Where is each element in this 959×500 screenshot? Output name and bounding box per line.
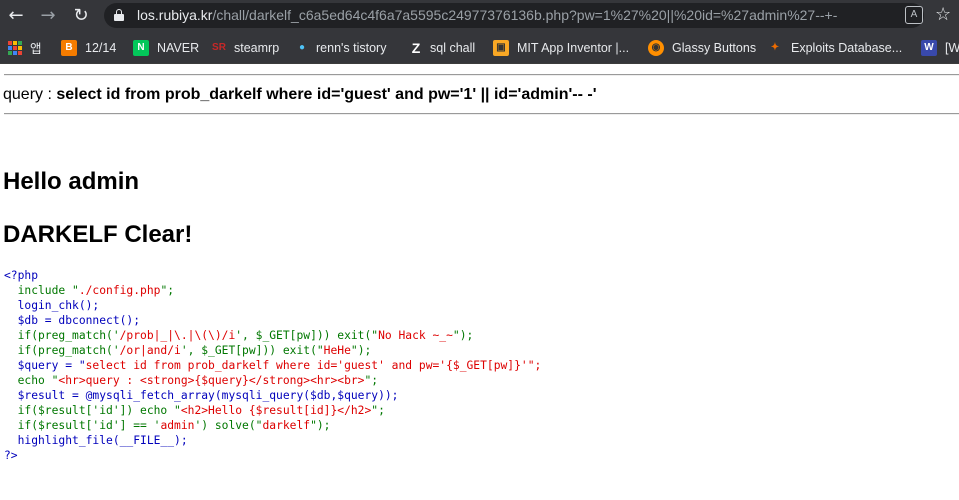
bookmark-label: Glassy Buttons [672,40,757,55]
url-text[interactable]: los.rubiya.kr/chall/darkelf_c6a5ed64c4f6… [137,3,837,28]
code-token: "); [452,329,474,342]
tistory-icon: ● [298,41,306,53]
code-string: admin [160,419,195,432]
code-line: <?php [4,269,39,282]
bookmark-glassy-buttons[interactable]: ◉ Glassy Buttons [648,31,756,64]
lock-icon[interactable] [114,9,124,21]
translate-icon[interactable]: A [905,6,923,24]
url-path: /chall/darkelf_c6a5ed64c4f6a7a5595c24977… [212,7,838,23]
url-host: los.rubiya.kr [137,7,213,23]
code-string: /prob|_|\.|\(\)/i [119,329,236,342]
code-token: if($result['id']) echo " [4,404,181,417]
bookmark-12-14[interactable]: B 12/14 [61,31,116,64]
z-icon: Z [411,39,421,56]
query-line: query : select id from prob_darkelf wher… [3,86,597,104]
code-string: No Hack ~_~ [378,329,453,342]
naver-icon: N [133,39,149,56]
bookmark-label: 12/14 [85,40,117,55]
blogger-icon: B [61,39,77,56]
code-token: if(preg_match(' [4,344,120,357]
bookmark-label: steamrp [234,40,280,55]
bookmarks-bar: 앱 B 12/14 N NAVER SR steamrp ● renn's ti… [0,31,959,64]
bookmark-label: 앱 [30,42,42,56]
exploit-db-icon: ✦ [770,41,780,53]
code-token: if($result['id'] == ' [4,419,161,432]
code-token: ', $_GET[pw])) exit(" [235,329,379,342]
code-token: "); [350,344,372,357]
bookmark-renns-tistory[interactable]: ● renn's tistory [296,31,387,64]
reload-icon[interactable]: ↻ [69,4,93,28]
code-token: "; [160,284,175,297]
bookmark-steamrp[interactable]: SR steamrp [212,31,279,64]
bookmark-apps[interactable]: 앱 [8,31,42,64]
bookmark-naver[interactable]: N NAVER [133,31,199,64]
code-line: $db = dbconnect(); [4,314,141,327]
bookmark-label: Exploits Database... [791,40,903,55]
bookmark-label: MIT App Inventor |... [517,40,630,55]
bookmark-label: renn's tistory [316,40,387,55]
bottom-divider [4,113,959,115]
code-token: if(preg_match(' [4,329,120,342]
code-string: <hr>query : <strong>{$query}</strong><hr… [58,374,365,387]
clear-heading: DARKELF Clear! [3,221,193,248]
code-token: echo " [4,374,59,387]
hello-heading: Hello admin [3,168,140,195]
query-sql: select id from prob_darkelf where id='gu… [56,86,597,103]
browser-toolbar: ← → ↻ los.rubiya.kr/chall/darkelf_c6a5ed… [0,0,959,31]
mit-app-inventor-icon: ▣ [493,39,509,56]
code-token: ') solve(" [194,419,263,432]
bookmark-label: [W [945,40,959,55]
bookmark-exploits-database[interactable]: ✦ Exploits Database... [767,31,902,64]
top-divider [4,74,959,76]
bookmark-label: sql chall [430,40,476,55]
bookmark-mit-app-inventor[interactable]: ▣ MIT App Inventor |... [493,31,629,64]
code-string: <h2>Hello {$result[id]}</h2> [180,404,372,417]
bookmark-sql-chall[interactable]: Z sql chall [410,31,475,64]
code-token: "); [310,419,331,432]
back-arrow-icon[interactable]: ← [4,4,28,28]
code-line: highlight_file(__FILE__); [4,434,188,447]
code-token: ', $_GET[pw])) exit(" [180,344,324,357]
code-token: include " [4,284,79,297]
code-token: "; [364,374,379,387]
code-line: $result = @mysqli_fetch_array(mysqli_que… [4,389,399,402]
address-bar[interactable]: los.rubiya.kr/chall/darkelf_c6a5ed64c4f6… [104,3,924,28]
code-line: ?> [4,449,18,462]
code-string: darkelf [262,419,311,432]
code-string: select id from prob_darkelf where id='gu… [85,359,528,372]
steamrp-icon: SR [212,41,226,53]
code-token: "; [371,404,385,417]
code-token: $query = " [4,359,86,372]
code-line: login_chk(); [4,299,100,312]
source-code: <?php include "./config.php"; login_chk(… [4,268,541,463]
page-content: query : select id from prob_darkelf wher… [0,64,959,500]
glassy-buttons-icon: ◉ [648,39,664,56]
bookmark-star-icon[interactable]: ☆ [935,3,951,27]
code-string: /or|and/i [119,344,181,357]
bookmark-w[interactable]: W [W [921,31,959,64]
code-string: HeHe [323,344,351,357]
w-site-icon: W [921,39,937,56]
bookmark-label: NAVER [157,40,200,55]
query-label: query : [3,86,57,103]
apps-icon [8,40,22,55]
code-string: ./config.php [78,284,161,297]
forward-arrow-icon[interactable]: → [36,4,60,28]
code-token: "; [527,359,542,372]
